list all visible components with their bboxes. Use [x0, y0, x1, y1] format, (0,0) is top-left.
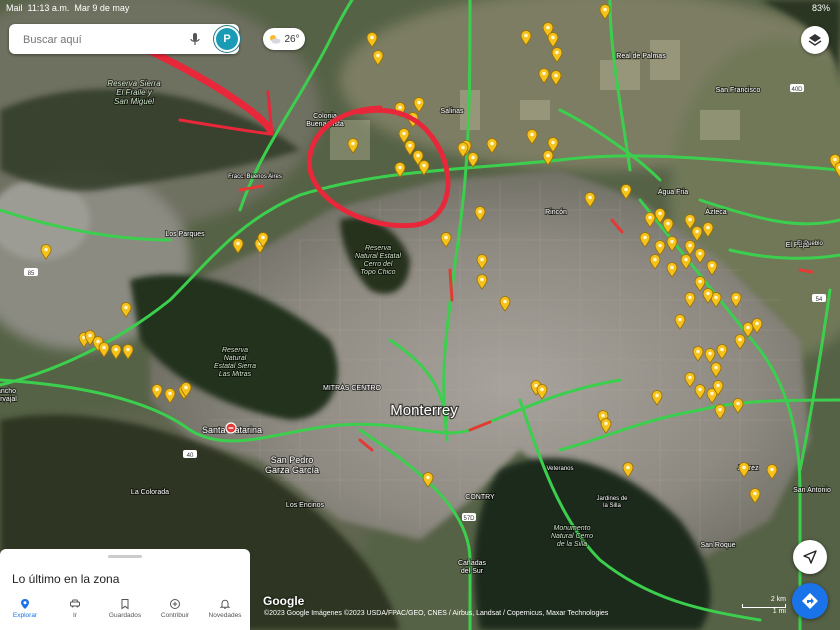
- scale-bottom: 1 mi: [772, 608, 786, 615]
- map-label-rancho-carvajal: RanchoCarvajal: [0, 388, 17, 403]
- map-label-rincon: Rincón: [545, 209, 567, 216]
- map-label-azteca: Azteca: [705, 209, 727, 216]
- map-label-salinas: Salinas: [441, 108, 464, 115]
- tab-ir[interactable]: Ir: [50, 587, 100, 630]
- my-location-button[interactable]: [793, 540, 827, 574]
- route-badge-2: 57D: [463, 516, 475, 522]
- tab-label: Explorar: [12, 612, 38, 619]
- weather-temp: 26°: [284, 33, 300, 45]
- location-arrow-icon: [803, 550, 817, 564]
- bell-icon: [219, 599, 231, 610]
- battery-label: 83%: [811, 3, 830, 13]
- satellite-map[interactable]: Reserva Sierra El Fraile y San MiguelReser…: [0, 0, 840, 630]
- scale-top: 2 km: [770, 596, 786, 603]
- bookmark-icon: [121, 599, 129, 610]
- bottom-nav: Explorar Ir Guardados Contribuir Novedad…: [0, 587, 250, 630]
- google-logo: Google: [263, 594, 305, 608]
- layers-icon: [808, 34, 822, 46]
- route-badge-1: 40: [187, 453, 194, 459]
- tab-label: Contribuir: [160, 612, 190, 619]
- status-right: 83%: [812, 3, 830, 13]
- map-label-fracc-buenos: Fracc. Buenos Aires: [228, 174, 282, 180]
- weather-chip[interactable]: 26°: [263, 28, 305, 50]
- tab-explorar[interactable]: Explorar: [0, 587, 50, 630]
- tab-label: Novedades: [208, 612, 242, 619]
- city-label-monterrey[interactable]: Monterrey: [389, 401, 460, 421]
- tab-label: Ir: [73, 612, 77, 619]
- partly-cloudy-icon: [270, 35, 281, 44]
- map-label-mitras-centro: MITRAS CENTRO: [323, 385, 382, 392]
- poi-red-marker[interactable]: [225, 422, 237, 434]
- time-label: 11:13 a.m.: [27, 3, 70, 13]
- map-label-san-antonio: San Antonio: [793, 487, 831, 494]
- pin-icon: [21, 599, 29, 609]
- map-label-real-palmas: Real de Palmas: [616, 53, 666, 60]
- route-badge-4: 40D: [791, 87, 803, 93]
- search-bar[interactable]: P: [9, 24, 239, 54]
- search-input[interactable]: [21, 30, 175, 50]
- map-label-contry: CONTRY: [465, 494, 495, 501]
- carrier-label: Mail: [6, 3, 23, 13]
- map-label-los-encinos: Los Encinos: [286, 502, 325, 509]
- map-label-san-roque: San Roque: [700, 542, 735, 549]
- date-label: Mar 9 de may: [74, 3, 130, 13]
- map-label-san-pedro: San Pedro Garza García: [265, 455, 319, 475]
- directions-icon: [802, 593, 818, 609]
- tab-label: Guardados: [108, 612, 142, 619]
- map-scale: 2 km 1 mi: [742, 596, 786, 615]
- microphone-icon[interactable]: [187, 31, 203, 47]
- tab-contribuir[interactable]: Contribuir: [150, 587, 200, 630]
- explore-sheet[interactable]: Lo último en la zona Explorar Ir Guardad…: [0, 549, 250, 630]
- map-label-el-pueblo: El Pueblo: [797, 241, 823, 247]
- status-left: Mail 11:13 a.m. Mar 9 de may: [6, 3, 129, 13]
- map-label-san-francisco: San Francisco: [716, 87, 761, 94]
- map-label-los-parques: Los Parques: [165, 231, 205, 238]
- layers-button[interactable]: [801, 26, 829, 54]
- sheet-handle[interactable]: [108, 555, 142, 558]
- avatar[interactable]: P: [216, 28, 238, 50]
- sheet-title: Lo último en la zona: [12, 572, 120, 586]
- car-icon: [70, 599, 80, 608]
- tab-guardados[interactable]: Guardados: [100, 587, 150, 630]
- directions-button[interactable]: [792, 583, 828, 619]
- map-label-canadas: Cañadas del Sur: [458, 560, 487, 575]
- plus-circle-icon: [170, 599, 180, 609]
- map-label-ve-sur: Veteranos: [546, 466, 573, 472]
- tab-novedades[interactable]: Novedades: [200, 587, 250, 630]
- map-label-monumento-silla: Monumento Natural Cerro de la Silla: [551, 525, 593, 548]
- route-badge-3: 54: [816, 297, 823, 303]
- map-label-la-colorada: La Colorada: [131, 489, 169, 496]
- map-attribution: ©2023 Google Imágenes ©2023 USDA/FPAC/GE…: [264, 610, 609, 617]
- route-badge-0: 85: [28, 271, 35, 277]
- status-bar: Mail 11:13 a.m. Mar 9 de may 83%: [0, 0, 840, 18]
- map-label-agua-fria: Agua Fria: [658, 189, 688, 196]
